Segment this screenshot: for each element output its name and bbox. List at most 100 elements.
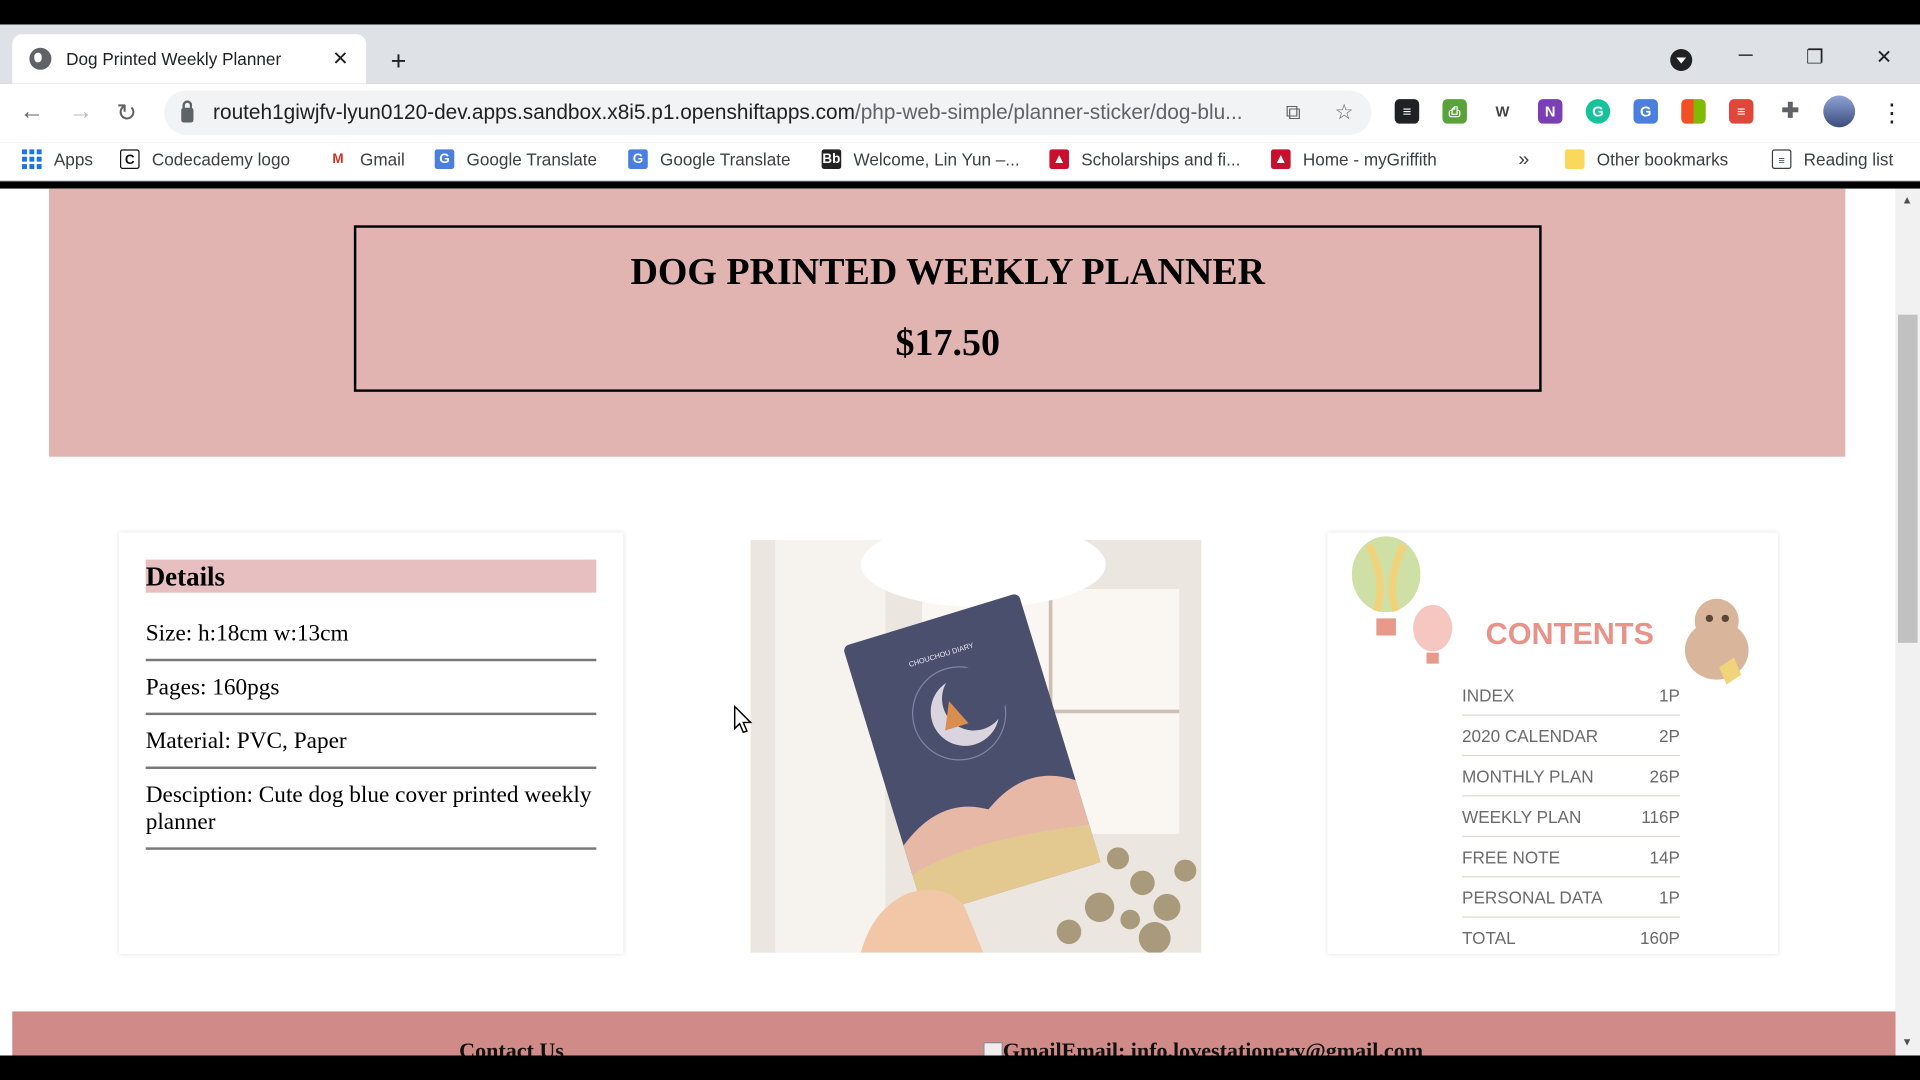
browser-toolbar: ← → ↻ routeh1giwjfv-lyun0120-dev.apps.sa… [0, 83, 1920, 143]
tab-search-icon[interactable] [1670, 48, 1693, 72]
contents-card: CONTENTS INDEX 1P 2020 CALENDAR 2P MONTHLY P… [1327, 532, 1778, 954]
bookmark-label: Apps [53, 149, 93, 169]
bookmark-label: Home - myGriffith [1302, 149, 1437, 169]
product-title: DOG PRINTED WEEKLY PLANNER [630, 249, 1266, 293]
gmail-icon: M [328, 149, 348, 169]
scroll-down-arrow-icon[interactable]: ▼ [1902, 1036, 1913, 1048]
contents-row-pages: 2P [1659, 726, 1680, 746]
tab-title: Dog Printed Weekly Planner [66, 48, 282, 69]
close-window-icon[interactable]: ✕ [1876, 45, 1892, 69]
griffith-icon: ▲ [1271, 149, 1291, 169]
bookmarks-overflow-button[interactable]: » [1518, 149, 1529, 171]
globe-icon [29, 47, 52, 70]
page-scrollbar[interactable]: ▲ ▼ [1895, 188, 1920, 1056]
details-heading: Details [145, 559, 597, 593]
broken-image-icon [983, 1042, 1003, 1056]
todoist-icon[interactable]: ≡ [1728, 99, 1754, 124]
bookmark-other[interactable]: Other bookmarks [1564, 149, 1729, 169]
bookmarks-bar: Apps C Codecademy logo M Gmail G Google … [0, 142, 1920, 182]
detail-pages: Pages: 160pgs [145, 675, 597, 716]
screen-top-bar [0, 0, 1920, 25]
contents-row-name: INDEX [1462, 686, 1515, 706]
planner-photo-illustration: CHOUCHOU DIARY [750, 540, 1202, 953]
close-tab-icon[interactable]: ✕ [329, 47, 351, 71]
google-translate-icon: G [628, 149, 648, 169]
url-text[interactable]: routeh1giwjfv-lyun0120-dev.apps.sandbox.… [213, 100, 1266, 124]
tab-strip: Dog Printed Weekly Planner ✕ + ─ ❐ ✕ [0, 24, 1920, 84]
reading-list-icon: ≡ [1771, 149, 1792, 169]
bookmark-apps[interactable]: Apps [22, 149, 93, 169]
site-footer: Contact Us GmailEmail: info.lovestatione… [12, 1011, 1896, 1056]
footer-email-text: GmailEmail: info.lovestationery@gmail.co… [1002, 1038, 1424, 1056]
contents-row-name: PERSONAL DATA [1462, 888, 1603, 908]
bookmark-label: Codecademy logo [151, 149, 291, 169]
blackboard-icon: Bb [821, 149, 842, 169]
hot-air-balloon-icon [1351, 536, 1421, 636]
page-content: DOG PRINTED WEEKLY PLANNER $17.50 Detail… [0, 188, 1896, 1056]
detail-size: Size: h:18cm w:13cm [145, 621, 597, 662]
contents-row-name: WEEKLY PLAN [1462, 807, 1581, 827]
reload-icon[interactable]: ↻ [116, 98, 137, 129]
detail-material: Material: PVC, Paper [145, 729, 597, 769]
bookmark-google-translate-1[interactable]: G Google Translate [434, 149, 598, 169]
mouse-cursor-icon [733, 705, 753, 734]
restore-icon[interactable]: ❐ [1806, 45, 1824, 69]
details-card: Details Size: h:18cm w:13cm Pages: 160pg… [118, 532, 624, 954]
minimize-icon[interactable]: ─ [1739, 45, 1753, 67]
owl-icon [1684, 598, 1749, 685]
translate-page-icon[interactable]: ⧉ [1286, 100, 1301, 124]
bookmark-label: Scholarships and fi... [1081, 149, 1241, 169]
contents-row-name: MONTHLY PLAN [1462, 766, 1594, 786]
extensions-puzzle-icon[interactable]: ✚ [1777, 99, 1803, 124]
grammarly-icon[interactable]: G [1585, 99, 1611, 124]
contents-row-pages: 160P [1640, 928, 1680, 948]
apps-grid-icon [22, 149, 42, 169]
profile-avatar[interactable] [1823, 95, 1856, 128]
url-path: /php-web-simple/planner-sticker/dog-blu.… [854, 100, 1243, 124]
extension-w-icon[interactable]: W [1490, 99, 1515, 124]
bookmark-label: Gmail [360, 149, 405, 169]
contents-row-pages: 1P [1659, 888, 1680, 908]
product-photo: CHOUCHOU DIARY [750, 540, 1202, 953]
google-translate-ext-icon[interactable]: G [1633, 99, 1658, 124]
new-tab-button[interactable]: + [391, 45, 407, 77]
onenote-icon[interactable]: N [1537, 99, 1563, 124]
bookmark-label: Google Translate [660, 149, 791, 169]
bookmark-scholarships[interactable]: ▲ Scholarships and fi... [1049, 149, 1240, 169]
bookmark-label: Other bookmarks [1596, 149, 1729, 169]
bookmark-label: Google Translate [466, 149, 598, 169]
griffith-icon: ▲ [1049, 149, 1069, 169]
address-bar[interactable]: routeh1giwjfv-lyun0120-dev.apps.sandbox.… [164, 90, 1372, 135]
contents-illustration: CONTENTS INDEX 1P 2020 CALENDAR 2P MONTHLY P… [1351, 536, 1749, 948]
product-title-box: DOG PRINTED WEEKLY PLANNER $17.50 [353, 225, 1542, 392]
menu-dots-icon[interactable]: ⋮ [1880, 98, 1904, 129]
extension-stack-icon[interactable]: ≡ [1394, 99, 1420, 124]
bookmark-blackboard[interactable]: Bb Welcome, Lin Yun –... [821, 149, 1020, 169]
extension-printer-icon[interactable]: ⎙ [1442, 99, 1467, 124]
product-hero: DOG PRINTED WEEKLY PLANNER $17.50 [48, 188, 1846, 457]
scrollbar-thumb[interactable] [1897, 314, 1918, 643]
bookmark-codecademy[interactable]: C Codecademy logo [120, 149, 290, 169]
footer-email[interactable]: GmailEmail: info.lovestationery@gmail.co… [983, 1038, 1424, 1056]
bookmark-google-translate-2[interactable]: G Google Translate [628, 149, 791, 169]
bookmark-mygriffith[interactable]: ▲ Home - myGriffith [1271, 149, 1437, 169]
bookmark-label: Reading list [1803, 149, 1894, 169]
screen-bottom-bar [0, 1055, 1920, 1080]
office-icon[interactable] [1681, 99, 1706, 124]
forward-arrow-icon[interactable]: → [69, 98, 93, 126]
contents-row-name: TOTAL [1462, 928, 1516, 948]
codecademy-icon: C [120, 149, 140, 169]
bookmark-star-icon[interactable]: ☆ [1335, 100, 1354, 124]
bookmark-gmail[interactable]: M Gmail [328, 149, 405, 169]
product-price: $17.50 [895, 320, 1000, 364]
url-host: routeh1giwjfv-lyun0120-dev.apps.sandbox.… [213, 100, 855, 124]
contents-row-pages: 116P [1641, 807, 1680, 827]
reading-list-button[interactable]: ≡ Reading list [1771, 149, 1894, 169]
folder-icon [1564, 149, 1585, 169]
back-arrow-icon[interactable]: ← [20, 98, 44, 126]
contents-row-name: FREE NOTE [1462, 847, 1560, 867]
google-translate-icon: G [434, 149, 455, 169]
lock-icon[interactable] [181, 100, 194, 123]
scroll-up-arrow-icon[interactable]: ▲ [1902, 193, 1913, 205]
tab-active[interactable]: Dog Printed Weekly Planner ✕ [12, 34, 367, 84]
